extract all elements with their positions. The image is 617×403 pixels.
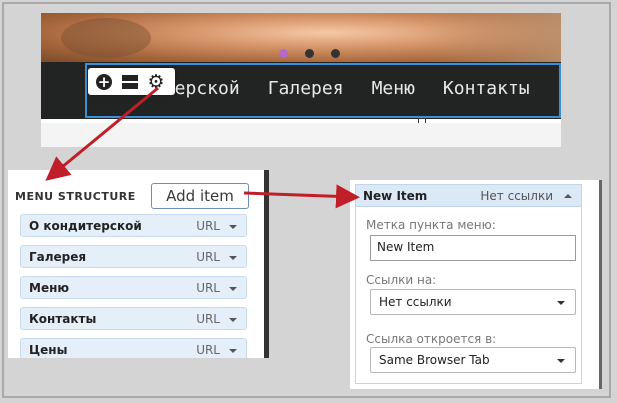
arrow-to-new-item bbox=[243, 184, 360, 209]
annotation-arrows bbox=[45, 86, 360, 209]
arrow-to-menu-structure bbox=[45, 86, 159, 181]
